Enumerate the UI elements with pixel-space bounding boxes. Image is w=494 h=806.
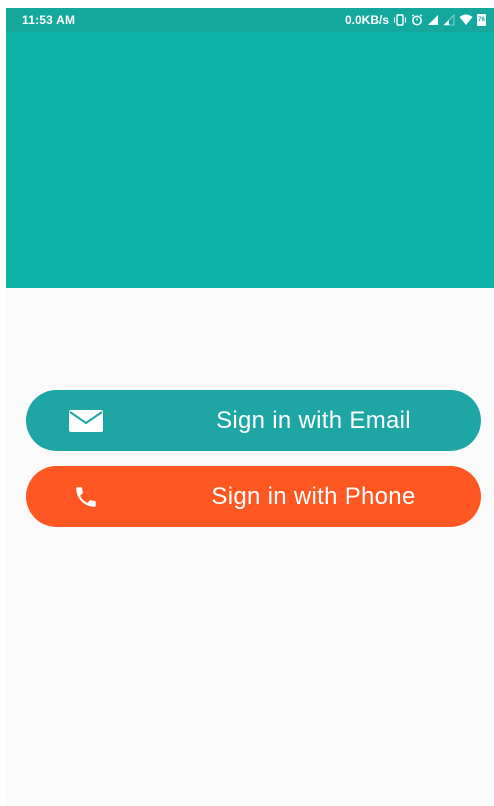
sign-in-phone-label: Sign in with Phone <box>211 483 416 510</box>
status-time: 11:53 AM <box>22 13 76 27</box>
header-banner <box>6 32 494 288</box>
app-screen: 11:53 AM 0.0KB/s 76 Sign in with Email S… <box>6 8 494 806</box>
signal-weak-icon <box>443 14 455 26</box>
email-icon <box>69 408 103 434</box>
alarm-icon <box>411 14 423 26</box>
signal-icon <box>427 14 439 26</box>
status-icons: 0.0KB/s 76 <box>345 12 486 28</box>
sign-in-email-label: Sign in with Email <box>216 407 411 434</box>
wifi-icon <box>459 14 473 26</box>
vibrate-icon <box>393 14 407 26</box>
sign-in-email-button[interactable]: Sign in with Email <box>26 390 481 451</box>
phone-icon <box>69 484 103 510</box>
battery-icon: 76 <box>477 14 486 26</box>
network-speed: 0.0KB/s <box>344 13 389 27</box>
sign-in-phone-button[interactable]: Sign in with Phone <box>26 466 481 527</box>
status-bar: 11:53 AM 0.0KB/s 76 <box>6 8 494 32</box>
battery-level: 76 <box>478 17 485 23</box>
